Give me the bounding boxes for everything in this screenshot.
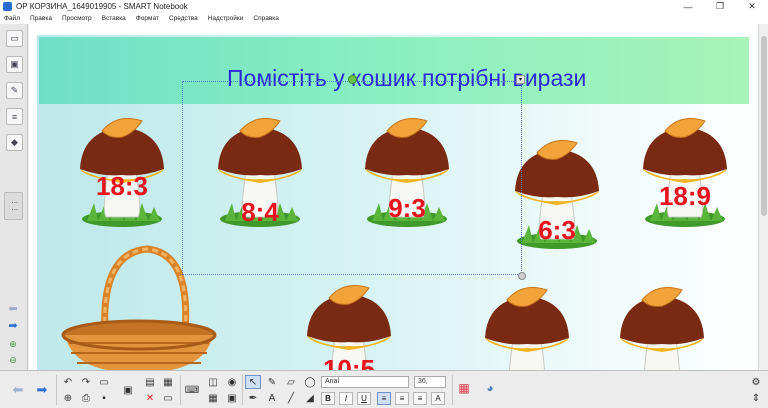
new-file-icon[interactable]: ▭ <box>96 375 112 389</box>
magic-pen-icon[interactable]: ✒ <box>245 391 261 405</box>
document-camera-icon[interactable]: ◉ <box>224 375 240 389</box>
full-screen-icon[interactable]: ▭ <box>160 391 176 405</box>
pen-icon[interactable]: ✎ <box>264 375 280 389</box>
maximize-button[interactable]: ❐ <box>704 0 736 13</box>
move-toolbar-icon[interactable]: ⇕ <box>748 391 764 405</box>
screen-shade-icon[interactable]: ▦ <box>160 375 176 389</box>
window-title: ОР КОРЗИНА_1649019905 - SMART Notebook <box>16 2 188 11</box>
delete-icon[interactable]: ✕ <box>142 391 158 405</box>
text-tool-icon[interactable]: A <box>264 391 280 405</box>
delete-page-icon[interactable]: ⊖ <box>6 354 20 366</box>
keyboard-icon[interactable]: ⌨ <box>184 383 200 397</box>
shapes-icon[interactable]: ◯ <box>302 375 318 389</box>
expression-label: 6:3 <box>538 215 576 245</box>
title-bar: ОР КОРЗИНА_1649019905 - SMART Notebook —… <box>0 0 768 13</box>
bottom-toolbar: ⬅ ➡ ↶ ↷ ⊕ ⎙ ▭ ▪ ▣ ▤ ✕ ▦ ▭ ⌨ ◫ ▦ ◉ ▣ ↖ ✎ … <box>0 370 768 408</box>
menu-tools[interactable]: Средства <box>169 15 198 22</box>
bold-button[interactable]: B <box>321 392 335 405</box>
page-sorter-icon[interactable]: ▭ <box>6 30 23 47</box>
save-icon[interactable]: ▪ <box>96 391 112 405</box>
response-icon[interactable]: ▣ <box>224 391 240 405</box>
gallery-icon[interactable]: ▣ <box>6 56 23 73</box>
undo-icon[interactable]: ↶ <box>60 375 76 389</box>
line-icon[interactable]: ╱ <box>283 391 299 405</box>
add-page-button-icon[interactable]: ⊕ <box>60 391 76 405</box>
selection-bounding-box[interactable] <box>182 81 522 275</box>
italic-button[interactable]: I <box>339 392 353 405</box>
previous-page-icon[interactable]: ⬅ <box>6 302 20 315</box>
paste-icon[interactable]: ▤ <box>142 375 158 389</box>
menu-bar: Файл Правка Просмотр Вставка Формат Сред… <box>0 13 768 24</box>
font-name-select[interactable]: Arial <box>321 376 409 388</box>
properties-icon[interactable]: ≡ <box>6 108 23 125</box>
app-icon <box>3 2 12 11</box>
next-page-arrow-icon[interactable]: ➡ <box>34 382 50 397</box>
align-left-icon[interactable]: ≡ <box>377 392 391 405</box>
addons-icon[interactable]: ◆ <box>6 134 23 151</box>
table-icon[interactable]: ▦ <box>205 391 221 405</box>
menu-file[interactable]: Файл <box>4 15 20 22</box>
fill-icon[interactable]: ◢ <box>302 391 318 405</box>
align-right-icon[interactable]: ≡ <box>413 392 427 405</box>
side-panel-toolbar: ▭ ▣ ✎ ≡ ◆ ⋮⋮ ⬅ ➡ ⊕ ⊖ <box>0 24 28 370</box>
expression-label: 18:9 <box>658 181 712 211</box>
mushroom-icon <box>620 287 704 370</box>
open-file-icon[interactable]: ⎙ <box>78 391 94 405</box>
notebook-page: Помістіть у кошик потрібні вирази 18:3 8… <box>37 35 763 370</box>
mushroom-card[interactable]: 18:3 <box>72 111 172 231</box>
menu-format[interactable]: Формат <box>136 15 159 22</box>
screen-display-icon[interactable]: ▣ <box>120 383 136 397</box>
underline-button[interactable]: U <box>357 392 371 405</box>
scrollbar-thumb[interactable] <box>761 36 767 216</box>
mushroom-card[interactable]: 6:3 <box>507 133 607 253</box>
font-size-select[interactable]: 36, <box>414 376 446 388</box>
attachments-icon[interactable]: ✎ <box>6 82 23 99</box>
expression-label: 10:5 <box>322 354 376 370</box>
rotate-handle[interactable] <box>348 75 357 84</box>
panel-grip-handle[interactable]: ⋮⋮ <box>4 192 23 220</box>
mushroom-card[interactable] <box>612 280 712 370</box>
mushroom-card[interactable]: 18:9 <box>635 111 735 231</box>
properties-shape-icon[interactable]: ◕ <box>482 381 498 395</box>
capture-icon[interactable]: ◫ <box>205 375 221 389</box>
align-center-icon[interactable]: ≡ <box>395 392 409 405</box>
smart-notebook-window: ОР КОРЗИНА_1649019905 - SMART Notebook —… <box>0 0 768 408</box>
eraser-icon[interactable]: ▱ <box>283 375 299 389</box>
add-page-icon[interactable]: ⊕ <box>6 338 20 350</box>
select-pointer-icon[interactable]: ↖ <box>245 375 261 389</box>
menu-insert[interactable]: Вставка <box>102 15 126 22</box>
expression-label: 18:3 <box>95 171 149 201</box>
resize-handle[interactable] <box>518 272 526 280</box>
minimize-button[interactable]: — <box>672 0 704 13</box>
settings-gear-icon[interactable]: ⚙ <box>748 375 764 389</box>
previous-page-arrow-icon[interactable]: ⬅ <box>10 382 26 397</box>
redo-icon[interactable]: ↷ <box>78 375 94 389</box>
mushroom-icon <box>485 287 569 370</box>
menu-addons[interactable]: Надстройки <box>208 15 244 22</box>
notebook-canvas[interactable]: Помістіть у кошик потрібні вирази 18:3 8… <box>29 24 768 370</box>
menu-view[interactable]: Просмотр <box>62 15 92 22</box>
next-page-icon[interactable]: ➡ <box>6 319 20 332</box>
mushroom-icon <box>643 118 727 227</box>
mushroom-card[interactable] <box>477 280 577 370</box>
menu-edit[interactable]: Правка <box>30 15 52 22</box>
color-palette-icon[interactable]: ▦ <box>456 381 472 395</box>
close-button[interactable]: ✕ <box>736 0 768 13</box>
text-format-icon[interactable]: A <box>431 392 445 405</box>
mushroom-card[interactable]: 10:5 <box>299 278 399 370</box>
menu-help[interactable]: Справка <box>253 15 279 22</box>
vertical-scrollbar[interactable] <box>758 24 768 370</box>
object-menu-icon[interactable]: ▾ <box>516 75 525 84</box>
